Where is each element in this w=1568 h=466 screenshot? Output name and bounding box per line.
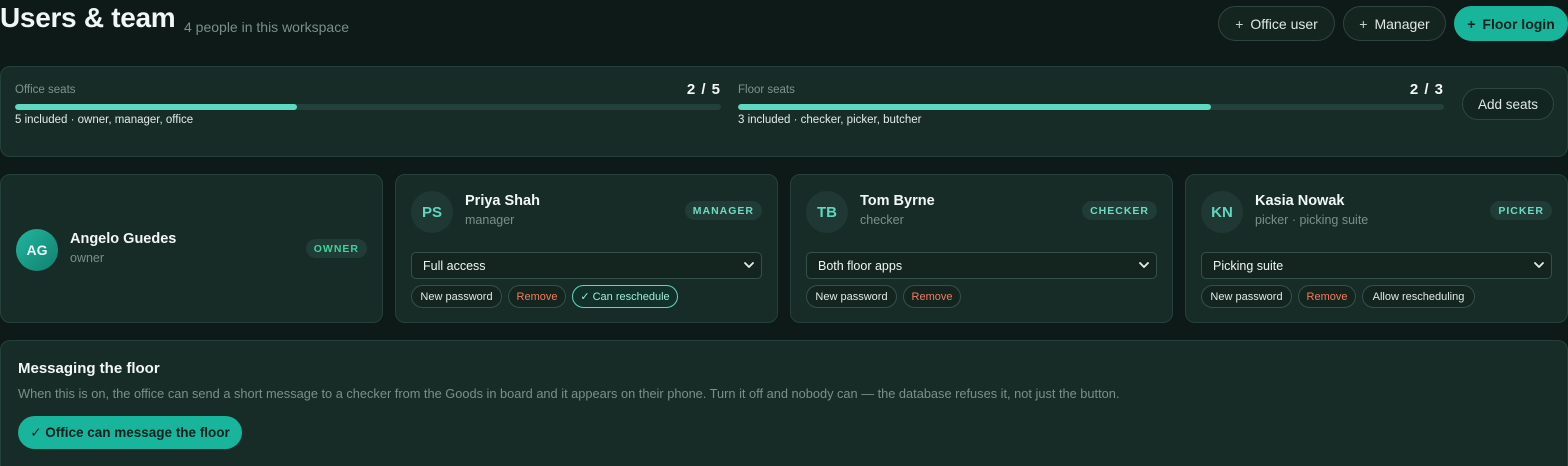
office-seats-note: 5 included · owner, manager, office (15, 114, 194, 126)
user-name: Priya Shah (465, 193, 540, 209)
add-office-user-button[interactable]: + Office user (1218, 6, 1335, 41)
floor-seats-count: 2 / 3 (1409, 81, 1444, 98)
avatar: AG (16, 229, 58, 271)
user-role: picker · picking suite (1255, 213, 1369, 227)
role-badge: CHECKER (1082, 201, 1157, 220)
new-password-button[interactable]: New password (411, 285, 502, 308)
floor-seats-bar-fill (738, 104, 1212, 110)
user-name: Tom Byrne (860, 193, 935, 209)
can-reschedule-toggle[interactable]: ✓ Can reschedule (572, 285, 678, 308)
user-card-manager: PS Priya Shah manager MANAGER Full acces… (395, 174, 778, 323)
access-select[interactable]: Both floor apps (806, 252, 1157, 279)
plus-icon: + (1467, 15, 1476, 32)
remove-button[interactable]: Remove (903, 285, 961, 308)
add-manager-label: Manager (1374, 15, 1430, 32)
user-card-picker: KN Kasia Nowak picker · picking suite PI… (1185, 174, 1568, 323)
role-badge: PICKER (1490, 201, 1552, 220)
new-password-button[interactable]: New password (1201, 285, 1292, 308)
user-card-checker: TB Tom Byrne checker CHECKER Both floor … (790, 174, 1173, 323)
add-seats-button[interactable]: Add seats (1462, 88, 1554, 120)
allow-rescheduling-button[interactable]: Allow rescheduling (1362, 285, 1475, 308)
add-manager-button[interactable]: + Manager (1343, 6, 1446, 41)
access-select-value: Both floor apps (818, 258, 903, 273)
role-badge: OWNER (305, 239, 367, 258)
user-card-owner: AG Angelo Guedes owner OWNER (0, 174, 383, 323)
avatar: KN (1201, 191, 1243, 233)
new-password-button[interactable]: New password (806, 285, 897, 308)
page-subtitle: 4 people in this workspace (184, 19, 349, 35)
user-role: manager (465, 213, 515, 227)
office-seats-bar-fill (15, 104, 298, 110)
office-seats-label: Office seats (15, 84, 76, 96)
floor-seats-note: 3 included · checker, picker, butcher (738, 114, 922, 126)
access-select-value: Full access (423, 258, 486, 273)
messaging-title: Messaging the floor (18, 360, 160, 377)
user-role: owner (70, 251, 105, 265)
avatar: PS (411, 191, 453, 233)
add-floor-login-button[interactable]: + Floor login (1454, 6, 1568, 41)
avatar: TB (806, 191, 848, 233)
plus-icon: + (1235, 15, 1244, 32)
access-select[interactable]: Picking suite (1201, 252, 1552, 279)
floor-seats-label: Floor seats (738, 84, 795, 96)
access-select-value: Picking suite (1213, 258, 1284, 273)
user-role: checker (860, 213, 904, 227)
plus-icon: + (1359, 15, 1368, 32)
page-header: Users & team 4 people in this workspace … (0, 0, 1568, 52)
chevron-down-icon (1139, 262, 1149, 268)
office-seats-bar (15, 104, 721, 110)
office-seats-count: 2 / 5 (686, 81, 721, 98)
add-office-user-label: Office user (1250, 15, 1318, 32)
messaging-card: Messaging the floor When this is on, the… (0, 340, 1568, 466)
add-floor-login-label: Floor login (1482, 15, 1555, 32)
user-name: Kasia Nowak (1255, 193, 1345, 209)
user-name: Angelo Guedes (70, 231, 177, 247)
seats-card: Office seats 2 / 5 5 included · owner, m… (0, 66, 1568, 157)
chevron-down-icon (1534, 262, 1544, 268)
page-title: Users & team (0, 2, 176, 33)
access-select[interactable]: Full access (411, 252, 762, 279)
office-message-floor-toggle[interactable]: ✓ Office can message the floor (18, 416, 242, 449)
remove-button[interactable]: Remove (1298, 285, 1356, 308)
floor-seats-bar (738, 104, 1444, 110)
messaging-description: When this is on, the office can send a s… (18, 386, 1120, 401)
role-badge: MANAGER (684, 201, 762, 220)
chevron-down-icon (744, 262, 754, 268)
remove-button[interactable]: Remove (508, 285, 566, 308)
